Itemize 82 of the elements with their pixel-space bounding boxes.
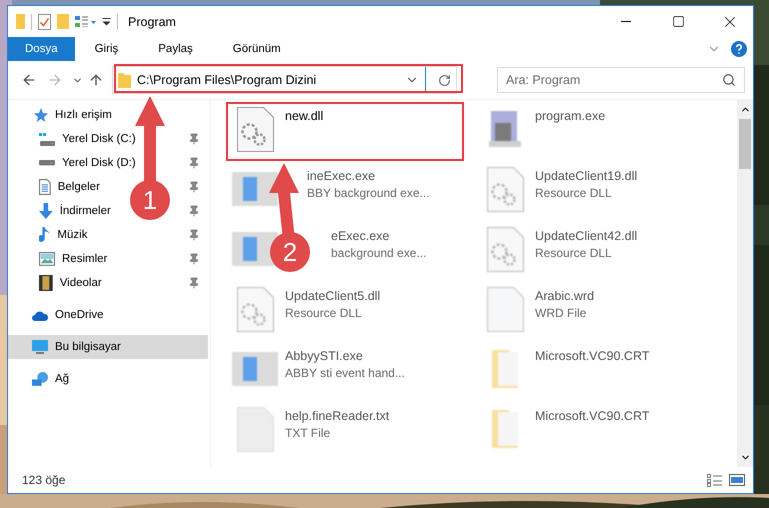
- large-icons-view-icon[interactable]: [729, 474, 745, 486]
- file-name[interactable]: new.dll: [285, 109, 324, 123]
- sidebar-item[interactable]: Resimler: [8, 247, 114, 271]
- gear-file-icon: [236, 286, 274, 332]
- drive-icon: [39, 160, 55, 166]
- customize-caret-icon[interactable]: [102, 18, 111, 26]
- sidebar-item[interactable]: Yerel Disk (D:): [8, 151, 142, 175]
- pin-icon[interactable]: [188, 157, 200, 169]
- application-window-icon: [232, 232, 278, 266]
- file-name[interactable]: UpdateClient5.dll: [285, 289, 380, 303]
- file-name[interactable]: Arabic.wrd: [535, 289, 594, 303]
- picture-frame-icon: [39, 252, 55, 266]
- gear-file-icon: [236, 106, 274, 152]
- sidebar-item[interactable]: Bu bilgisayar: [8, 335, 208, 359]
- pin-icon[interactable]: [188, 253, 200, 265]
- file-type: Resource DLL: [535, 246, 613, 260]
- pin-icon[interactable]: [188, 277, 200, 289]
- star-icon: [32, 107, 48, 123]
- details-view-icon[interactable]: [707, 474, 723, 486]
- file-type: Resource DLL: [535, 186, 613, 200]
- file-menu-tab[interactable]: Dosya: [8, 37, 75, 61]
- sidebar-item[interactable]: Videolar: [8, 271, 108, 295]
- properties-icon[interactable]: [38, 14, 51, 30]
- monitor-icon: [32, 340, 48, 354]
- sidebar-item[interactable]: Ağ: [8, 367, 76, 391]
- file-name[interactable]: Microsoft.VC90.CRT: [535, 349, 650, 363]
- text-file-icon: [236, 406, 274, 452]
- file-name[interactable]: help.fineReader.txt: [285, 409, 390, 423]
- application-window-icon: [232, 172, 278, 206]
- scrollbar[interactable]: [737, 100, 753, 467]
- pin-icon[interactable]: [188, 205, 200, 217]
- sidebar-item[interactable]: İndirmeler: [8, 199, 117, 223]
- maximize-icon: [672, 15, 684, 28]
- music-note-icon: [39, 227, 50, 243]
- network-icon: [32, 372, 48, 386]
- application-window-icon: [232, 352, 278, 386]
- help-icon[interactable]: [731, 41, 747, 57]
- file-name[interactable]: AbbyySTI.exe: [285, 349, 405, 363]
- installer-icon: [489, 111, 521, 147]
- search-field[interactable]: Ara: Program: [497, 67, 745, 93]
- file-type: Resource DLL: [285, 306, 363, 320]
- sidebar-item[interactable]: Belgeler: [8, 175, 106, 199]
- pin-icon[interactable]: [188, 133, 200, 145]
- gear-file-icon: [486, 166, 524, 212]
- address-field[interactable]: C:\Program Files\Program Dizini: [112, 66, 457, 94]
- file-type: background exe...: [331, 246, 426, 260]
- window-title: Program: [128, 14, 177, 28]
- scrollbar-thumb[interactable]: [739, 119, 751, 169]
- refresh-icon: [438, 74, 450, 86]
- file-type: BBY background exe...: [307, 186, 430, 200]
- sidebar-item[interactable]: Müzik: [8, 223, 94, 247]
- blank-file-icon: [486, 286, 524, 332]
- minimize-icon: [621, 21, 631, 22]
- sidebar-item[interactable]: OneDrive: [8, 303, 110, 327]
- file-type: ABBY sti event hand...: [285, 366, 405, 380]
- file-name[interactable]: ineExec.exe: [307, 169, 430, 183]
- search-icon: [722, 73, 736, 87]
- folder-icon: [492, 350, 518, 388]
- download-icon: [39, 203, 53, 219]
- document-icon: [39, 179, 51, 195]
- sidebar-item[interactable]: Yerel Disk (C:): [8, 127, 142, 151]
- view-options-icon[interactable]: [75, 16, 96, 27]
- ribbon-tab[interactable]: Paylaş: [138, 37, 213, 61]
- pin-icon[interactable]: [188, 181, 200, 193]
- cloud-icon: [32, 310, 48, 320]
- film-icon: [39, 275, 53, 291]
- item-count: 123 öğe: [22, 473, 66, 487]
- pin-icon[interactable]: [188, 229, 200, 241]
- file-type: WRD File: [535, 306, 588, 320]
- sidebar-item[interactable]: Hızlı erişim: [8, 103, 118, 127]
- drive-icon: [39, 132, 55, 146]
- file-name[interactable]: UpdateClient42.dll: [535, 229, 638, 243]
- file-type: TXT File: [285, 426, 332, 440]
- folder-icon: [118, 72, 131, 88]
- folder-icon: [492, 410, 518, 448]
- file-name[interactable]: Microsoft.VC90.CRT: [535, 409, 650, 423]
- gear-file-icon: [486, 226, 524, 272]
- file-name[interactable]: eExec.exe: [331, 229, 426, 243]
- file-name[interactable]: program.exe: [535, 109, 606, 123]
- ribbon-tab[interactable]: Giriş: [74, 37, 138, 61]
- file-name[interactable]: UpdateClient19.dll: [535, 169, 638, 183]
- ribbon-tab[interactable]: Görünüm: [212, 37, 301, 61]
